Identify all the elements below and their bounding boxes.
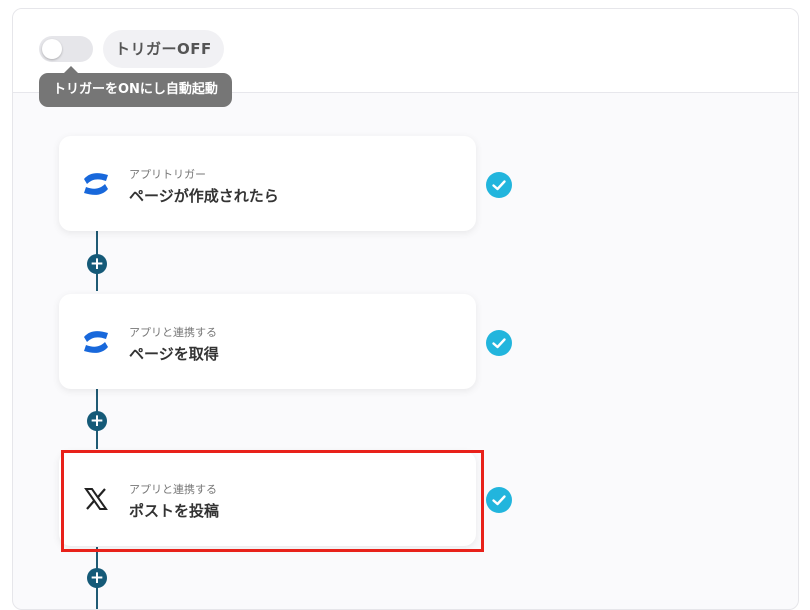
step-subtitle: アプリトリガー bbox=[129, 168, 206, 181]
flow-step-card[interactable]: アプリトリガー ページが作成されたら bbox=[59, 136, 476, 231]
trigger-toggle[interactable] bbox=[39, 36, 93, 62]
step-title: ポストを投稿 bbox=[129, 502, 220, 520]
check-icon bbox=[486, 487, 512, 513]
x-logo-icon bbox=[84, 488, 108, 510]
step-subtitle: アプリと連携する bbox=[129, 483, 217, 496]
flow-panel: トリガーOFF トリガーをONにし自動起動 + + + アプリトリガー ページが… bbox=[12, 8, 799, 610]
check-icon bbox=[486, 172, 512, 198]
trigger-tooltip: トリガーをONにし自動起動 bbox=[39, 73, 232, 107]
confluence-icon bbox=[84, 173, 108, 195]
toggle-knob bbox=[42, 39, 62, 59]
flow-step-card[interactable]: アプリと連携する ポストを投稿 bbox=[59, 451, 476, 546]
trigger-state-label: トリガーOFF bbox=[103, 30, 224, 68]
step-title: ページが作成されたら bbox=[129, 187, 279, 205]
flow-step-card[interactable]: アプリと連携する ページを取得 bbox=[59, 294, 476, 389]
add-step-button[interactable]: + bbox=[87, 254, 107, 274]
step-title: ページを取得 bbox=[129, 345, 219, 363]
step-subtitle: アプリと連携する bbox=[129, 326, 217, 339]
add-step-button[interactable]: + bbox=[87, 411, 107, 431]
check-icon bbox=[486, 330, 512, 356]
add-step-button[interactable]: + bbox=[87, 568, 107, 588]
confluence-icon bbox=[84, 331, 108, 353]
